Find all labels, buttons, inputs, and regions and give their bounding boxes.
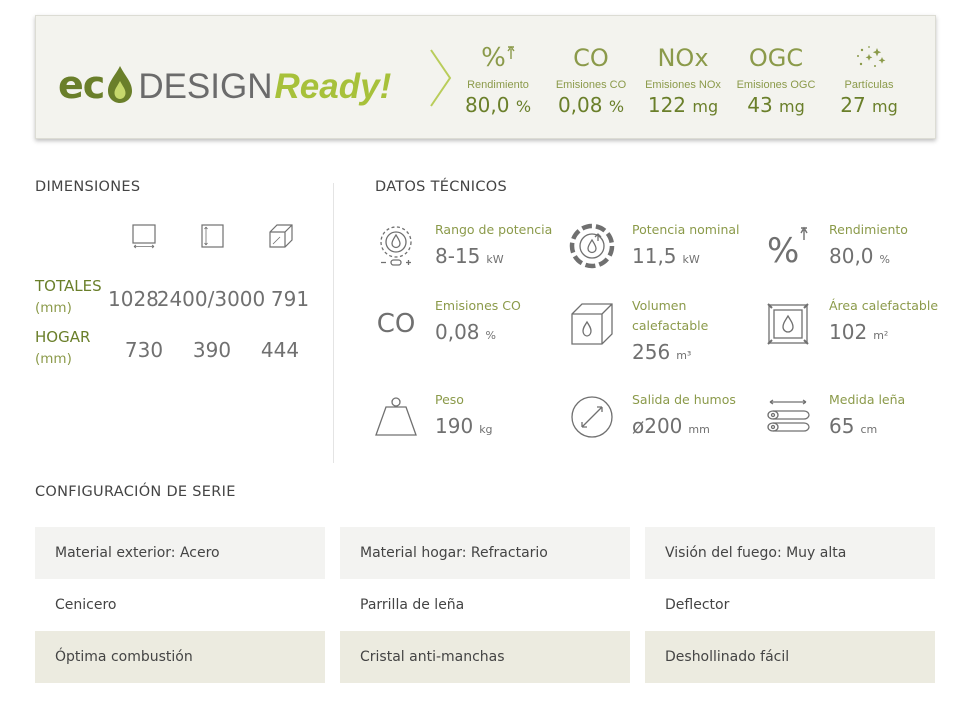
metric-particles: Partículas 27 mg <box>824 42 914 117</box>
config-item: Visión del fuego: Muy alta <box>645 527 935 579</box>
metric-value: 122 mg <box>647 93 719 117</box>
metric-value: 80,0 % <box>464 93 532 117</box>
logo-design-text: DESIGN <box>138 67 273 106</box>
logo-ready-text: Ready! <box>274 67 392 106</box>
tech-value: 65 cm <box>829 414 878 438</box>
height-dimension-icon <box>201 224 224 248</box>
weight-icon <box>375 397 417 436</box>
tech-value: ø200 mm <box>632 414 710 438</box>
ogc-icon: OGC <box>748 44 804 72</box>
tech-label: Emisiones CO <box>435 298 521 313</box>
metric-co: CO Emisiones CO 0,08 % <box>546 42 636 117</box>
heated-area-icon <box>767 303 809 345</box>
log-length-icon <box>767 399 810 432</box>
metric-value: 43 mg <box>747 93 805 117</box>
metric-nox: NOx Emisiones NOx 122 mg <box>638 42 728 117</box>
metric-efficiency: % Rendimiento 80,0 % <box>453 42 543 117</box>
totals-width-value: 1028 <box>108 287 159 311</box>
nox-icon: NOx <box>657 44 709 72</box>
heated-volume-icon <box>571 303 613 345</box>
tech-value: 11,5 kW <box>632 244 700 268</box>
flue-outlet-icon <box>571 396 613 438</box>
tech-label: Potencia nominal <box>632 222 740 237</box>
totals-depth-value: 791 <box>270 287 310 311</box>
depth-dimension-icon <box>269 224 293 248</box>
dimensions-row-totals-label: TOTALES (mm) <box>35 277 102 316</box>
hearth-depth-value: 444 <box>260 338 300 362</box>
tech-label: Medida leña <box>829 392 906 407</box>
tech-value: 102 m² <box>829 320 889 344</box>
hearth-height-value: 390 <box>192 338 232 362</box>
metric-label: Emisiones NOx <box>645 79 721 91</box>
tech-value: 8-15 kW <box>435 244 504 268</box>
totals-height-value: 2400/3000 <box>156 287 266 311</box>
width-dimension-icon <box>132 224 156 249</box>
power-range-icon <box>380 226 412 266</box>
config-item: Material exterior: Acero <box>35 527 325 579</box>
efficiency-icon: % <box>767 226 808 270</box>
tech-label: Peso <box>435 392 464 407</box>
svg-text:%: % <box>767 231 799 270</box>
config-item: Cenicero <box>55 597 117 613</box>
hearth-width-value: 730 <box>124 338 164 362</box>
metric-label: Emisiones OGC <box>736 79 816 91</box>
logo-eco-text: ec <box>58 63 105 107</box>
tech-label: Rendimiento <box>829 222 908 237</box>
co-icon: CO <box>573 44 609 72</box>
dimensions-heading: DIMENSIONES <box>35 179 141 195</box>
tech-label: Área calefactable <box>829 298 939 313</box>
config-item: Parrilla de leña <box>360 597 465 613</box>
flame-drop-icon <box>108 66 133 103</box>
tech-value: 80,0% <box>829 244 890 268</box>
tech-label: Salida de humos <box>632 392 736 407</box>
tech-value: 256 m³ <box>632 340 692 364</box>
tech-label: Rango de potencia <box>435 222 553 237</box>
section-divider <box>333 183 334 463</box>
config-item: Deshollinado fácil <box>645 631 935 683</box>
metric-value: 0,08 % <box>557 93 625 117</box>
config-item: Óptima combustión <box>35 631 325 683</box>
co-emissions-icon: CO <box>376 309 416 339</box>
metric-label: Emisiones CO <box>555 79 627 91</box>
tech-value: 0,08% <box>435 320 496 344</box>
metric-value: 27 mg <box>840 93 898 117</box>
nominal-power-icon <box>569 223 615 269</box>
metric-label: Rendimiento <box>467 79 529 91</box>
particles-icon <box>824 42 914 74</box>
config-heading: CONFIGURACIÓN DE SERIE <box>35 484 236 500</box>
tech-value: 190 kg <box>435 414 493 438</box>
metric-ogc: OGC Emisiones OGC 43 mg <box>731 42 821 117</box>
ecodesign-logo: ec DESIGN Ready! <box>58 54 391 104</box>
metric-label: Partículas <box>844 79 894 91</box>
config-item: Material hogar: Refractario <box>340 527 630 579</box>
ecodesign-banner: ec DESIGN Ready! % Rendimiento 80,0 % CO… <box>35 15 936 139</box>
config-item: Deflector <box>665 597 730 613</box>
config-item: Cristal anti-manchas <box>340 631 630 683</box>
tech-label: Volumen calefactable <box>632 298 709 333</box>
tech-data-heading: DATOS TÉCNICOS <box>375 179 507 195</box>
percent-icon: % <box>453 42 543 74</box>
dimensions-row-hearth-label: HOGAR (mm) <box>35 328 91 367</box>
chevron-right-icon <box>430 49 452 107</box>
